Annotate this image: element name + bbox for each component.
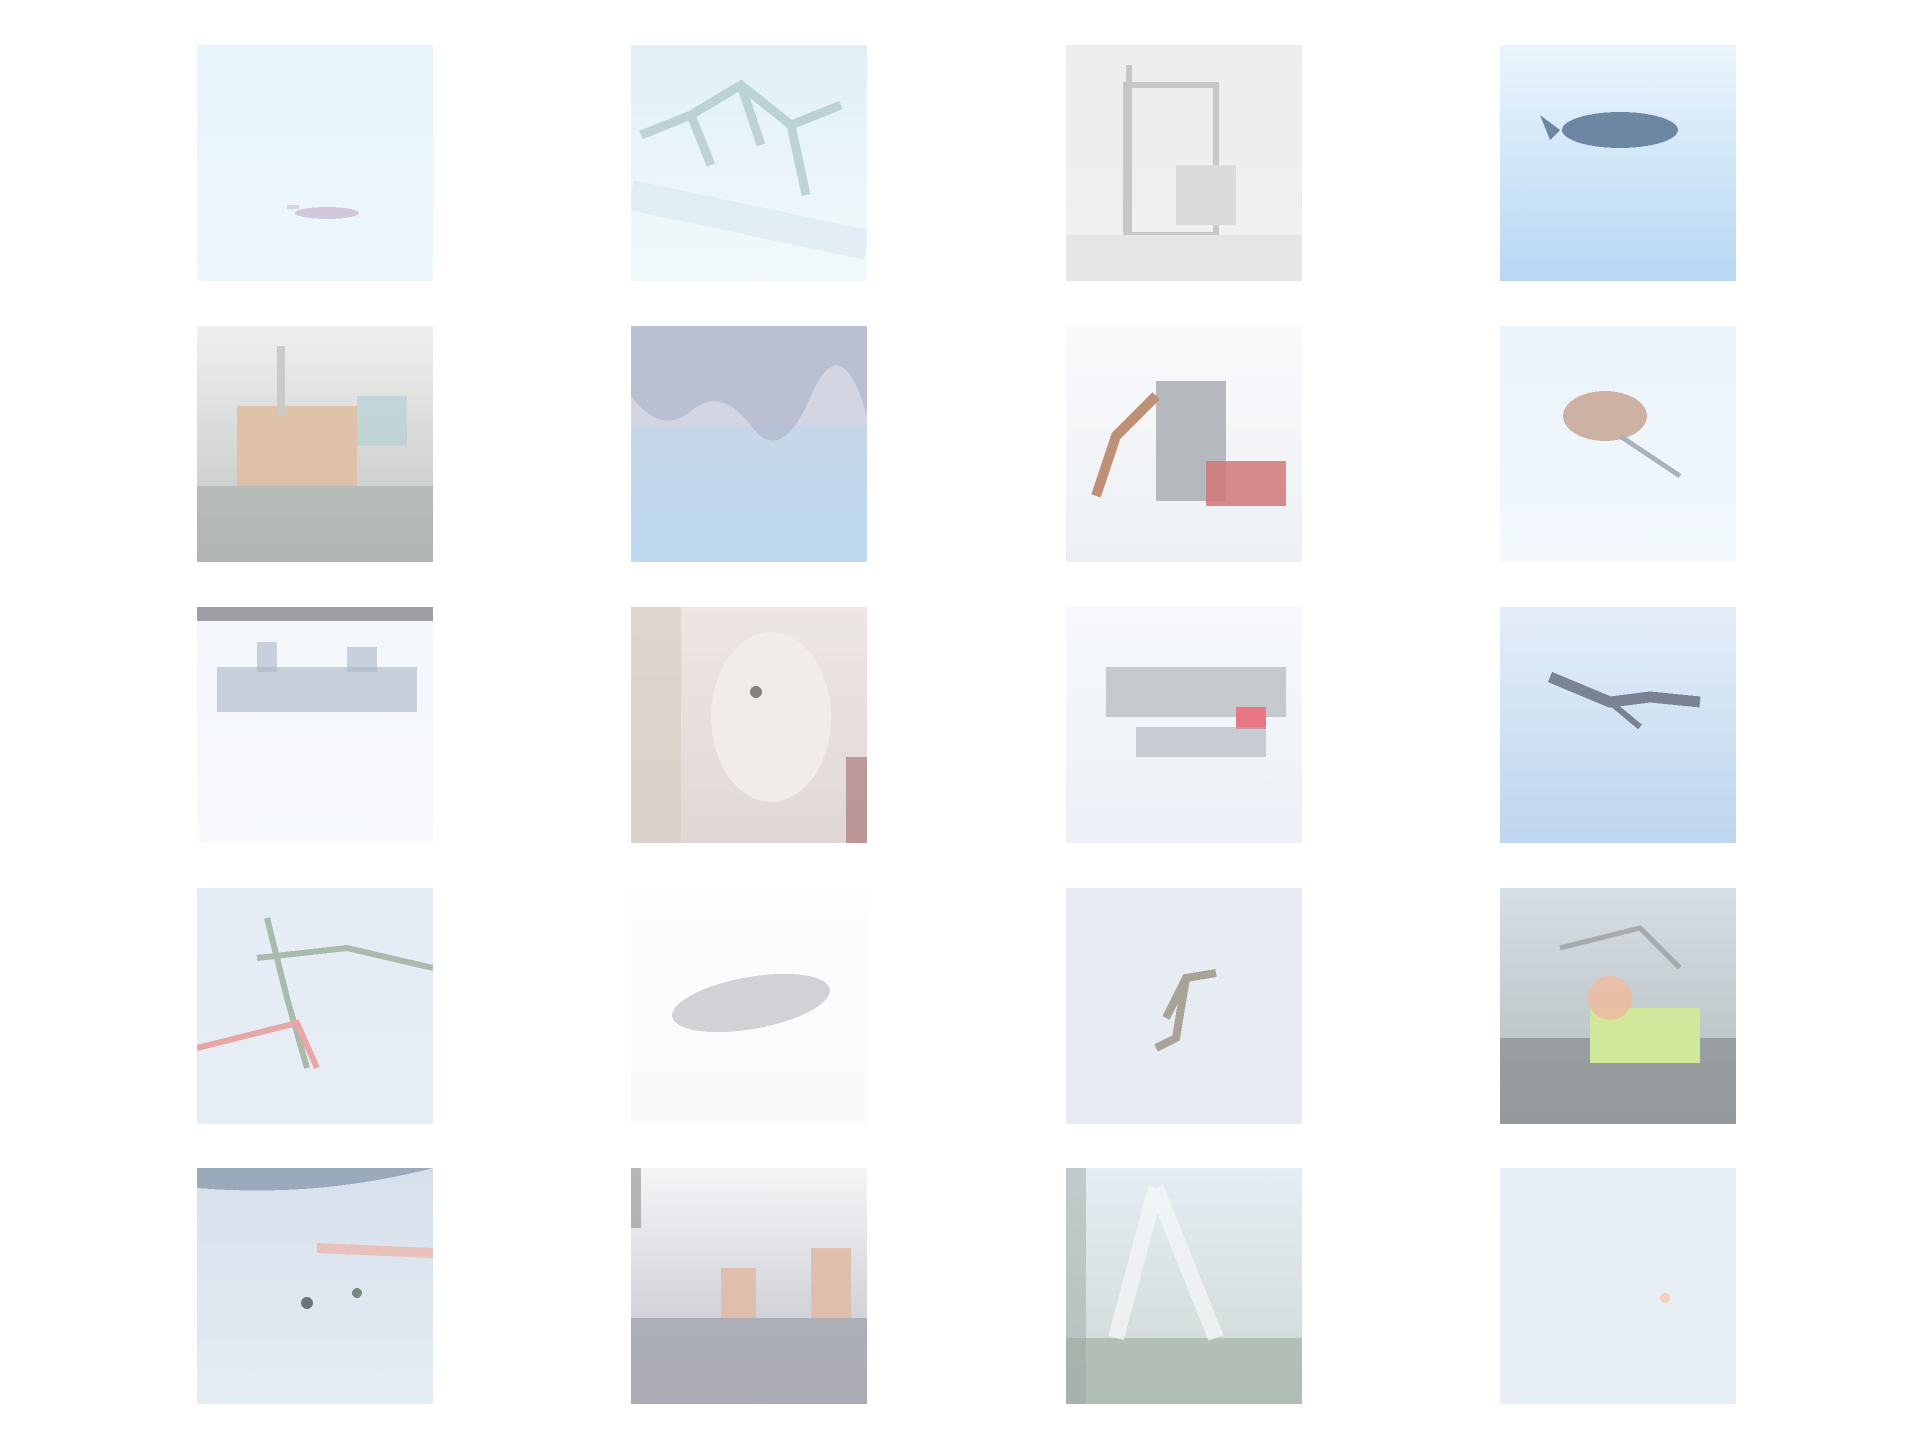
tile-ship-on-pale-water — [197, 607, 433, 843]
tile-image — [197, 1168, 433, 1404]
tile-image — [1500, 326, 1736, 562]
tile-wash — [1066, 45, 1302, 281]
tile-wash — [631, 607, 867, 843]
tile-treeline-over-blue — [631, 326, 867, 562]
image-grid — [0, 0, 1920, 1440]
tile-grey-blimp — [631, 888, 867, 1124]
tile-grey-structure — [1066, 45, 1302, 281]
tile-buildings-over-road — [631, 1168, 867, 1404]
tile-small-aircraft-in-pale-sky — [197, 45, 433, 281]
tile-wash — [197, 1168, 433, 1404]
tile-image — [631, 45, 867, 281]
tile-brown-bird-in-sky — [1500, 326, 1736, 562]
tile-wash — [197, 607, 433, 843]
tile-wash — [197, 326, 433, 562]
tile-wash — [1066, 326, 1302, 562]
tile-faint-orange-speck — [1500, 1168, 1736, 1404]
tile-orange-vehicle-scene — [197, 326, 433, 562]
tile-blue-sky-with-branches — [631, 45, 867, 281]
tile-image — [631, 888, 867, 1124]
tile-image — [197, 45, 433, 281]
tile-wash — [1066, 888, 1302, 1124]
tile-leaping-figure — [197, 888, 433, 1124]
tile-dark-plane-blue-sky — [1500, 607, 1736, 843]
tile-image — [1500, 888, 1736, 1124]
tile-dark-aircraft-blue-sky — [1500, 45, 1736, 281]
tile-image — [1500, 607, 1736, 843]
tile-wash — [1500, 45, 1736, 281]
tile-wash — [631, 326, 867, 562]
tile-image — [197, 888, 433, 1124]
tile-wash — [1500, 326, 1736, 562]
tile-image — [197, 326, 433, 562]
tile-wash — [1066, 607, 1302, 843]
tile-trees-misty-sky — [1066, 1168, 1302, 1404]
tile-small-bird-grey-sky — [1066, 888, 1302, 1124]
tile-wash — [1500, 1168, 1736, 1404]
tile-image — [631, 607, 867, 843]
tile-image — [631, 326, 867, 562]
tile-image — [1066, 326, 1302, 562]
tile-image — [1066, 45, 1302, 281]
tile-wash — [631, 45, 867, 281]
tile-image — [197, 607, 433, 843]
tile-wash — [1500, 607, 1736, 843]
tile-wash — [1066, 1168, 1302, 1404]
tile-grey-machine-red-boat — [1066, 326, 1302, 562]
tile-image — [1500, 1168, 1736, 1404]
tile-wash — [631, 888, 867, 1124]
tile-wash — [197, 888, 433, 1124]
tile-wash — [631, 1168, 867, 1404]
tile-green-yellow-vehicle — [1500, 888, 1736, 1124]
tile-animal-face-closeup — [631, 607, 867, 843]
tile-ship-with-red-detail — [1066, 607, 1302, 843]
tile-beach-with-figures — [197, 1168, 433, 1404]
tile-wash — [1500, 888, 1736, 1124]
tile-wash — [197, 45, 433, 281]
tile-image — [631, 1168, 867, 1404]
tile-image — [1066, 888, 1302, 1124]
tile-image — [1066, 607, 1302, 843]
tile-image — [1500, 45, 1736, 281]
tile-image — [1066, 1168, 1302, 1404]
